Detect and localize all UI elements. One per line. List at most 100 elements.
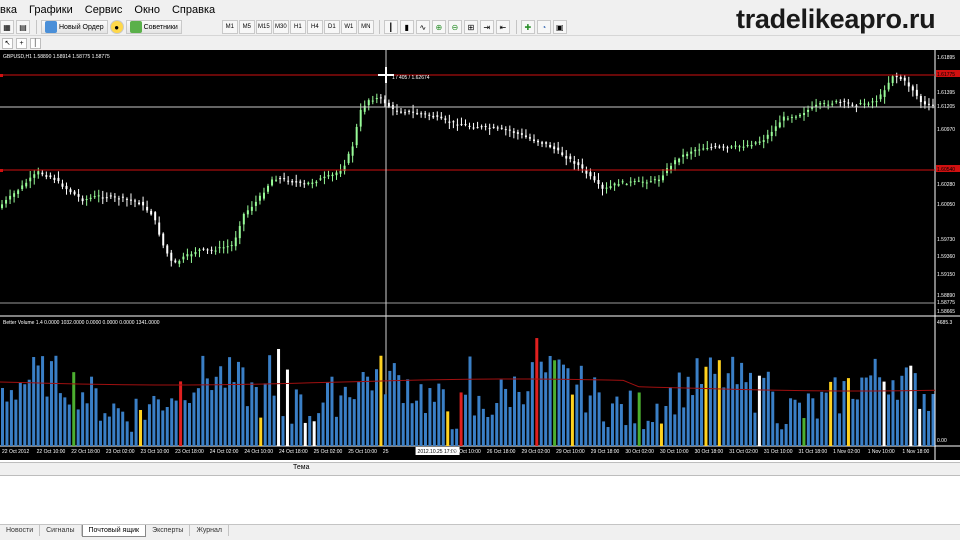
candle-body xyxy=(746,145,749,147)
timeframe-w1-button[interactable]: W1 xyxy=(340,20,357,34)
volume-bar xyxy=(263,383,267,446)
timeframe-h1-button[interactable]: H1 xyxy=(289,20,306,34)
chart-window[interactable]: 1 / 405 / 1.62674 GBPUSD,H1 1.58890 1.589… xyxy=(0,50,960,460)
candle-body xyxy=(142,201,145,206)
volume-bar xyxy=(668,387,672,446)
time-axis-label: 25 xyxy=(383,449,389,455)
volume-bar xyxy=(161,410,165,446)
timeframe-h4-button[interactable]: H4 xyxy=(306,20,323,34)
candle-body xyxy=(682,154,685,157)
volume-bar xyxy=(219,366,223,446)
price-scale-label: 1.60280 xyxy=(937,182,955,188)
menu-item[interactable]: вка xyxy=(0,4,24,16)
candle-body xyxy=(198,249,201,251)
candle-body xyxy=(762,140,765,142)
zoom-out-icon[interactable]: ⊖ xyxy=(447,20,462,34)
volume-bar xyxy=(432,401,436,446)
new-chart-button[interactable]: ▦ xyxy=(0,20,14,34)
candle-body xyxy=(520,133,523,135)
volume-bar xyxy=(464,394,468,446)
line-chart-icon[interactable]: ∿ xyxy=(415,20,430,34)
volume-bar xyxy=(179,381,183,446)
indicators-icon[interactable]: ✚ xyxy=(520,20,535,34)
autoscroll-icon[interactable]: ⇥ xyxy=(479,20,494,34)
candle-body xyxy=(532,139,535,141)
timeframe-m30-button[interactable]: M30 xyxy=(272,20,289,34)
volume-bar xyxy=(254,387,258,446)
candle-body xyxy=(246,210,249,215)
volume-bar xyxy=(806,393,810,446)
volume-bar xyxy=(428,388,432,446)
volume-bar xyxy=(744,382,748,446)
candle-body xyxy=(379,97,382,99)
volume-bar xyxy=(887,394,891,446)
volume-bar xyxy=(530,362,534,446)
candle-body xyxy=(678,158,681,163)
chart-shift-icon[interactable]: ⇤ xyxy=(495,20,510,34)
candle-body xyxy=(621,181,624,183)
volume-bar xyxy=(121,411,125,446)
volume-bar xyxy=(557,359,561,446)
menu-item[interactable]: Графики xyxy=(24,4,80,16)
terminal-tab[interactable]: Новости xyxy=(0,525,41,536)
chart-symbol-header: GBPUSD,H1 1.58890 1.58914 1.58775 1.5877… xyxy=(3,54,110,60)
volume-bar xyxy=(54,355,58,446)
crosshair-icon[interactable]: + xyxy=(16,37,27,49)
time-axis-label: 24 Oct 02:00 xyxy=(210,449,239,455)
timeframe-d1-button[interactable]: D1 xyxy=(323,20,340,34)
volume-bar xyxy=(228,357,232,446)
new-order-button[interactable]: Новый Ордер xyxy=(41,20,108,34)
vertical-line-icon[interactable]: │ xyxy=(30,37,41,49)
candle-body xyxy=(927,103,930,105)
candle-body xyxy=(432,115,435,118)
profiles-button[interactable]: ▤ xyxy=(16,20,30,34)
tile-windows-icon[interactable]: ⊞ xyxy=(463,20,478,34)
timeframe-m5-button[interactable]: M5 xyxy=(238,20,255,34)
periods-icon[interactable]: ◔ xyxy=(536,20,551,34)
cursor-icon[interactable]: ↖ xyxy=(2,37,13,49)
candle-body xyxy=(420,113,423,115)
candle-body xyxy=(891,76,894,83)
candle-body xyxy=(859,103,862,105)
volume-bar xyxy=(873,358,877,446)
advisors-button[interactable]: Советники xyxy=(125,20,182,34)
menu-item[interactable]: Справка xyxy=(167,4,222,16)
candle-body xyxy=(134,200,137,202)
candle-body xyxy=(843,100,846,102)
menu-item[interactable]: Сервис xyxy=(80,4,130,16)
volume-bar xyxy=(504,388,508,446)
volume-bar xyxy=(272,395,276,446)
price-scale-label: 1.60970 xyxy=(937,127,955,133)
bar-chart-icon[interactable]: ┃ xyxy=(383,20,398,34)
candlestick-icon[interactable]: ▮ xyxy=(399,20,414,34)
volume-bar xyxy=(415,400,419,446)
terminal-tab[interactable]: Почтовый ящик xyxy=(81,525,147,537)
timeframe-m15-button[interactable]: M15 xyxy=(255,20,272,34)
timeframe-m1-button[interactable]: M1 xyxy=(221,20,238,34)
timeframe-mn-button[interactable]: MN xyxy=(357,20,374,34)
candle-body xyxy=(734,145,737,147)
volume-bar xyxy=(357,382,361,446)
candle-body xyxy=(89,197,92,199)
terminal-tab[interactable]: Сигналы xyxy=(40,525,82,536)
candle-body xyxy=(49,175,52,178)
zoom-in-icon[interactable]: ⊕ xyxy=(431,20,446,34)
volume-bar xyxy=(125,421,129,446)
volume-bar xyxy=(722,387,726,446)
volume-bar xyxy=(677,372,681,446)
candle-body xyxy=(565,155,568,159)
volume-bar xyxy=(735,384,739,446)
candle-body xyxy=(839,101,842,103)
terminal-tab[interactable]: Журнал xyxy=(190,525,229,536)
volume-bar xyxy=(223,387,227,446)
volume-bar xyxy=(308,416,312,446)
autotrading-icon[interactable]: ● xyxy=(109,20,124,34)
candle-body xyxy=(496,127,499,129)
templates-icon[interactable]: ▣ xyxy=(552,20,567,34)
terminal-tab[interactable]: Эксперты xyxy=(146,525,191,536)
chart-canvas[interactable]: 1 / 405 / 1.62674 GBPUSD,H1 1.58890 1.589… xyxy=(0,50,960,460)
menu-item[interactable]: Окно xyxy=(129,4,167,16)
volume-average-line xyxy=(0,378,936,392)
volume-bar xyxy=(731,356,735,446)
candle-body xyxy=(569,156,572,160)
